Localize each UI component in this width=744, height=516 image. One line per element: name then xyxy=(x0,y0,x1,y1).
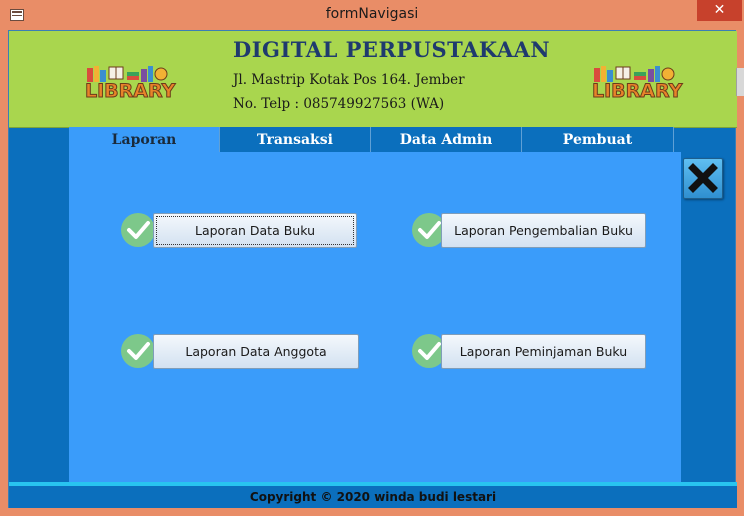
app-title: DIGITAL PERPUSTAKAAN xyxy=(233,37,551,62)
tab-laporan[interactable]: Laporan xyxy=(69,127,220,153)
tab-bar: Laporan Transaksi Data Admin Pembuat xyxy=(69,127,674,153)
tab-panel-laporan: Laporan Data Buku Laporan Pengembalian B… xyxy=(69,152,681,482)
library-logo-text: LIBRARY xyxy=(592,80,683,103)
application-window: formNavigasi ✕ LIBRARY DIGITAL PERPUSTAK… xyxy=(0,0,744,516)
check-icon xyxy=(121,213,155,247)
scrollbar[interactable] xyxy=(736,68,744,96)
title-bar[interactable]: formNavigasi ✕ xyxy=(0,0,744,30)
address-text: Jl. Mastrip Kotak Pos 164. Jember xyxy=(233,72,465,88)
phone-text: No. Telp : 085749927563 (WA) xyxy=(233,96,445,112)
exit-icon xyxy=(688,163,718,193)
laporan-pengembalian-buku-button[interactable]: Laporan Pengembalian Buku xyxy=(441,213,646,248)
window-close-button[interactable]: ✕ xyxy=(697,0,742,21)
library-logo-left: LIBRARY xyxy=(85,64,176,104)
tab-transaksi[interactable]: Transaksi xyxy=(220,127,371,153)
laporan-data-anggota-button[interactable]: Laporan Data Anggota xyxy=(153,334,359,369)
tab-pembuat[interactable]: Pembuat xyxy=(522,127,674,153)
check-icon xyxy=(121,334,155,368)
library-logo-text: LIBRARY xyxy=(85,80,176,103)
exit-button[interactable] xyxy=(683,158,723,199)
footer-bar: Copyright © 2020 winda budi lestari xyxy=(9,486,737,508)
window-title: formNavigasi xyxy=(325,6,419,22)
tab-data-admin[interactable]: Data Admin xyxy=(371,127,522,153)
laporan-peminjaman-buku-button[interactable]: Laporan Peminjaman Buku xyxy=(441,334,646,369)
laporan-data-buku-button[interactable]: Laporan Data Buku xyxy=(153,213,357,248)
header-banner: LIBRARY DIGITAL PERPUSTAKAAN Jl. Mastrip… xyxy=(9,31,737,128)
copyright-text: Copyright © 2020 winda budi lestari xyxy=(249,490,497,504)
library-logo-right: LIBRARY xyxy=(592,64,683,104)
form-client-area: LIBRARY DIGITAL PERPUSTAKAAN Jl. Mastrip… xyxy=(8,30,737,508)
